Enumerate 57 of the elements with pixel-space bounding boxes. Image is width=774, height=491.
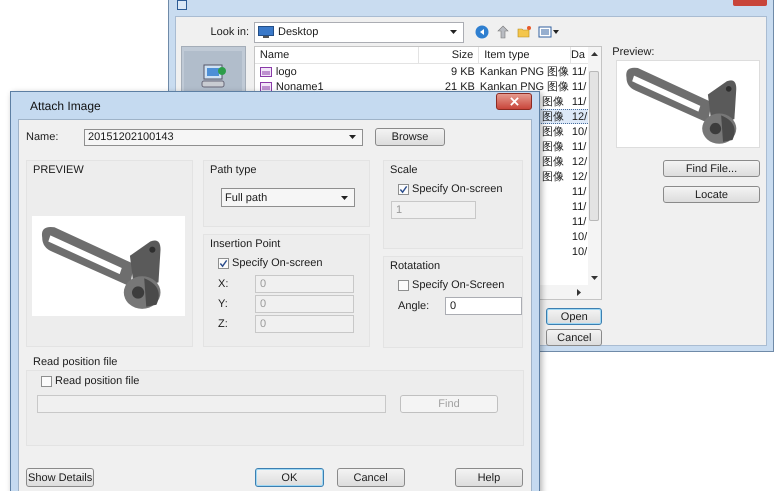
input-field[interactable]: 0	[445, 297, 522, 315]
file-type: 图像	[542, 96, 564, 108]
checkbox-label: Specify On-screen	[232, 257, 322, 269]
window-title: Attach Image	[29, 98, 101, 112]
checkbox-label: Specify On-Screen	[412, 279, 504, 291]
look-in-label: Look in:	[209, 26, 249, 38]
file-date: 11/	[572, 216, 586, 228]
file-size: 9 KB	[451, 66, 475, 78]
side-button[interactable]: Find File...	[663, 160, 760, 177]
file-name: logo	[276, 66, 297, 78]
file-date: 12/	[572, 156, 588, 168]
dialog-button[interactable]: Open	[546, 308, 602, 325]
file-type: 图像	[542, 171, 564, 183]
field-label: Z:	[218, 318, 229, 330]
column-header[interactable]: Size	[419, 46, 480, 64]
file-date: 11/	[572, 66, 586, 78]
group-label: Insertion Point	[209, 237, 282, 252]
file-type: 图像	[542, 156, 564, 168]
dialog-button[interactable]: Help	[454, 468, 523, 487]
dialog-button[interactable]: Cancel	[546, 329, 602, 346]
side-button[interactable]: Locate	[663, 186, 760, 203]
file-date: 11/	[572, 140, 586, 152]
checkbox-label: Specify On-screen	[412, 183, 502, 195]
file-type: Kankan PNG 图像	[480, 66, 570, 78]
file-date: 12/	[572, 110, 588, 122]
file-type: 图像	[542, 111, 564, 123]
name-dropdown[interactable]: 20151202100143	[84, 128, 363, 146]
file-date: 11/	[572, 80, 586, 92]
checkbox-label: Read position file	[55, 375, 140, 387]
file-size: 21 KB	[444, 80, 475, 92]
field-label: X:	[218, 278, 230, 290]
look-in-dropdown[interactable]: Desktop	[254, 22, 464, 42]
group-label: PREVIEW	[32, 163, 85, 178]
name-label: Name:	[26, 131, 60, 143]
browse-button[interactable]: Browse	[375, 128, 445, 146]
file-date: 12/	[572, 170, 588, 182]
dialog-button[interactable]: Show Details	[26, 468, 94, 487]
preview-label: Preview:	[612, 46, 654, 58]
field-label: Angle:	[398, 300, 430, 312]
file-name: Noname1	[276, 80, 324, 92]
field-label: Y:	[218, 298, 229, 310]
group-label: Path type	[209, 163, 258, 178]
file-date: 11/	[572, 96, 586, 108]
file-type: Kankan PNG 图像	[480, 81, 570, 93]
file-type: 图像	[542, 141, 564, 153]
dialog-button[interactable]: OK	[255, 468, 324, 487]
dialog-button[interactable]: Cancel	[336, 468, 405, 487]
file-row[interactable]: logo 9 KB Kankan PNG 图像 11/	[254, 64, 590, 79]
file-date: 10/	[572, 126, 588, 138]
column-header[interactable]: Name	[254, 46, 420, 64]
group-label: Scale	[389, 163, 419, 178]
file-type: 图像	[542, 126, 564, 138]
file-date: 10/	[572, 246, 588, 258]
column-header[interactable]: Item type	[479, 46, 571, 64]
group-label: Rotatation	[389, 259, 442, 274]
path-type-dropdown[interactable]: Full path	[221, 188, 355, 207]
group-label: Read position file	[33, 356, 118, 368]
